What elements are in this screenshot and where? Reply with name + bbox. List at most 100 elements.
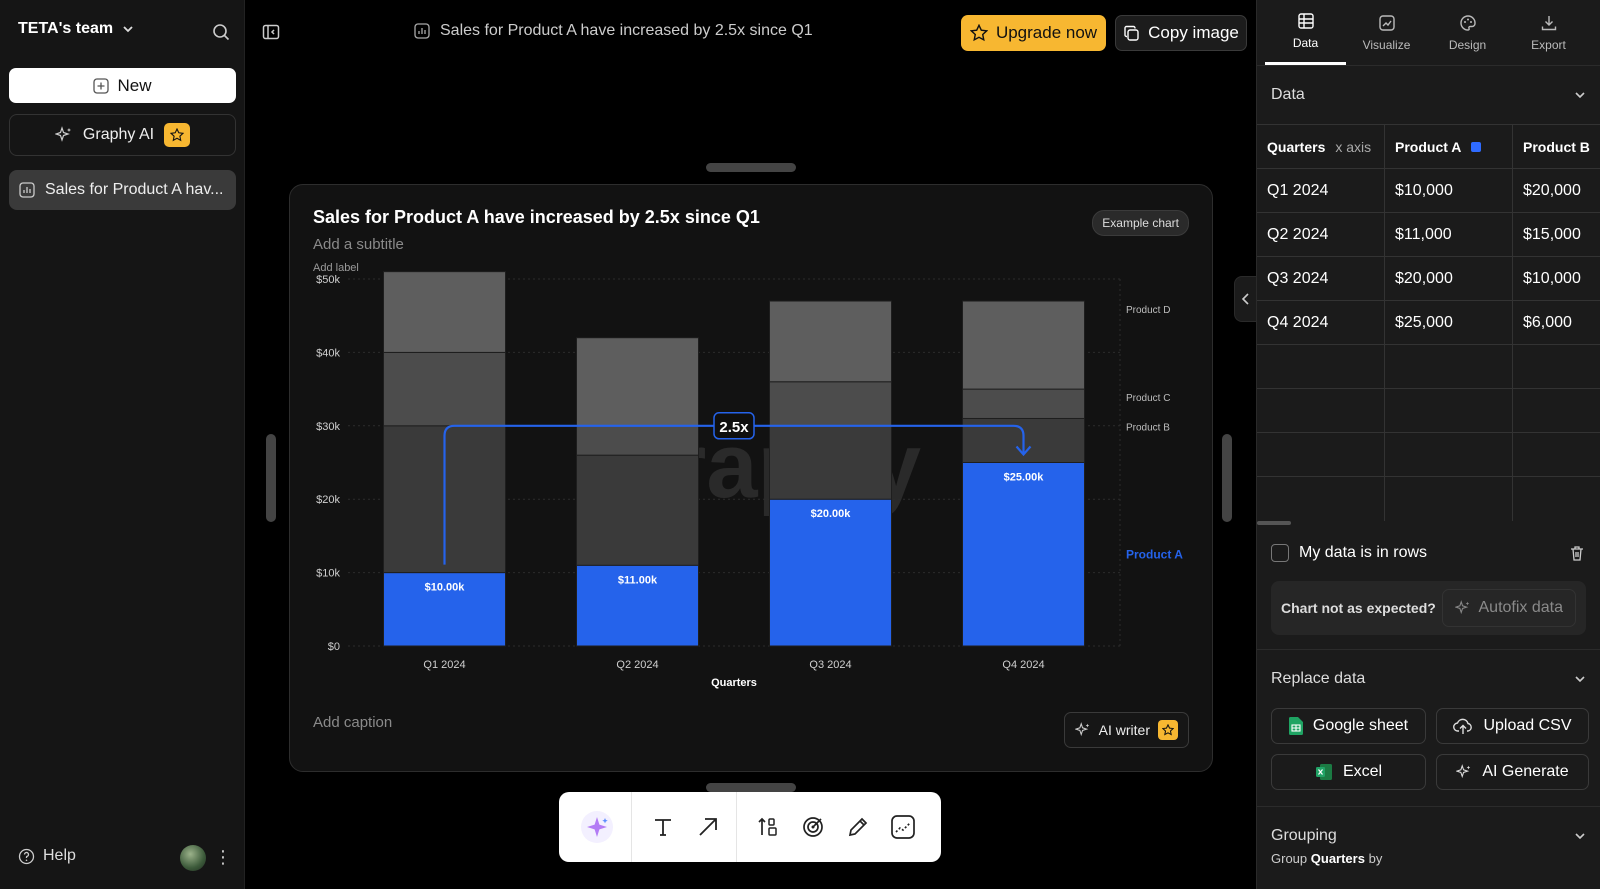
collapse-panel-button[interactable] xyxy=(1234,276,1256,322)
tab-label: Design xyxy=(1448,37,1487,52)
replace-buttons: Google sheet Upload CSV Excel AI Generat… xyxy=(1257,708,1600,790)
table-cell[interactable] xyxy=(1513,389,1600,432)
data-label: $25.00k xyxy=(1004,472,1045,484)
y-tick-label: $50k xyxy=(316,274,340,286)
copy-icon xyxy=(1124,25,1139,41)
resize-handle-right[interactable] xyxy=(1222,434,1232,522)
y-tick-label: $20k xyxy=(316,494,340,506)
resize-handle-bottom[interactable] xyxy=(706,783,796,792)
pen-icon[interactable] xyxy=(835,805,880,850)
table-cell[interactable] xyxy=(1513,433,1600,476)
table-cell[interactable] xyxy=(1513,477,1600,521)
chevron-left-icon xyxy=(1241,293,1249,305)
table-cell[interactable]: Q3 2024 xyxy=(1257,257,1385,300)
toolbar-divider xyxy=(631,792,632,862)
bar-chart[interactable]: Graphy$0$10k$20k$30k$40k$50k$10.00kQ1 20… xyxy=(290,185,1212,705)
tab-export[interactable]: Export xyxy=(1508,0,1589,65)
help-label: Help xyxy=(43,847,76,864)
star-icon xyxy=(969,24,988,42)
replace-section-header[interactable]: Replace data xyxy=(1257,650,1600,708)
text-icon[interactable] xyxy=(640,805,685,850)
column-header-product-a[interactable]: Product A xyxy=(1385,125,1513,168)
trend-icon[interactable] xyxy=(880,805,925,850)
google-sheets-icon xyxy=(1288,717,1303,735)
x-axis-title: Quarters xyxy=(711,677,757,689)
tab-design[interactable]: Design xyxy=(1427,0,1508,65)
resize-handle-top[interactable] xyxy=(706,163,796,172)
table-cell[interactable] xyxy=(1385,433,1513,476)
chart-caption[interactable]: Add caption xyxy=(313,714,392,731)
y-tick-label: $0 xyxy=(328,641,340,653)
team-switcher[interactable]: TETA's team xyxy=(18,20,135,38)
table-cell[interactable]: Q1 2024 xyxy=(1257,169,1385,212)
group-field: Quarters xyxy=(1310,851,1365,866)
autofix-button[interactable]: Autofix data xyxy=(1441,589,1576,627)
trash-icon[interactable] xyxy=(1568,544,1586,562)
ai-sparkle-icon[interactable] xyxy=(573,805,621,850)
table-cell[interactable] xyxy=(1257,345,1385,388)
table-scrollbar[interactable] xyxy=(1257,521,1600,527)
new-button[interactable]: New xyxy=(9,68,236,103)
google-sheet-button[interactable]: Google sheet xyxy=(1271,708,1426,744)
table-icon xyxy=(1297,13,1314,29)
data-section-title: Data xyxy=(1271,86,1305,103)
collapse-sidebar-icon[interactable] xyxy=(259,20,283,44)
help-button[interactable]: Help xyxy=(18,847,76,865)
x-tick-label: Q3 2024 xyxy=(809,659,851,671)
table-cell[interactable]: $25,000 xyxy=(1385,301,1513,344)
ai-writer-button[interactable]: AI writer xyxy=(1063,712,1189,748)
google-sheet-label: Google sheet xyxy=(1312,717,1409,734)
table-cell[interactable]: $6,000 xyxy=(1513,301,1600,344)
table-row: Q4 2024 $25,000 $6,000 xyxy=(1257,301,1600,345)
sidebar-item-document[interactable]: Sales for Product A hav... xyxy=(9,170,236,210)
table-row-empty xyxy=(1257,345,1600,389)
column-header-quarters[interactable]: Quarters x axis xyxy=(1257,125,1385,168)
resize-handle-left[interactable] xyxy=(266,434,276,522)
data-section-header[interactable]: Data xyxy=(1257,66,1600,124)
sort-icon[interactable] xyxy=(745,805,790,850)
autofix-prompt: Chart not as expected? xyxy=(1281,600,1436,616)
chart-doc-icon xyxy=(19,182,35,198)
canvas-toolbar xyxy=(559,792,941,862)
table-cell[interactable]: $11,000 xyxy=(1385,213,1513,256)
arrow-icon[interactable] xyxy=(685,805,730,850)
upload-csv-button[interactable]: Upload CSV xyxy=(1436,708,1589,744)
table-cell[interactable]: Q4 2024 xyxy=(1257,301,1385,344)
table-cell[interactable] xyxy=(1385,477,1513,521)
x-axis-tag: x axis xyxy=(1335,138,1372,155)
target-icon[interactable] xyxy=(790,805,835,850)
table-cell[interactable]: $15,000 xyxy=(1513,213,1600,256)
chevron-down-icon xyxy=(1575,676,1585,683)
table-cell[interactable] xyxy=(1385,389,1513,432)
tab-visualize[interactable]: Visualize xyxy=(1346,0,1427,65)
document-title[interactable]: Sales for Product A have increased by 2.… xyxy=(414,22,813,40)
series-color-swatch[interactable] xyxy=(1471,141,1482,152)
copy-image-button[interactable]: Copy image xyxy=(1115,15,1247,51)
search-icon[interactable] xyxy=(209,20,233,44)
table-cell[interactable]: $20,000 xyxy=(1513,169,1600,212)
table-cell[interactable] xyxy=(1385,345,1513,388)
y-tick-label: $10k xyxy=(316,568,340,580)
ai-generate-button[interactable]: AI Generate xyxy=(1436,754,1589,790)
avatar[interactable] xyxy=(180,845,206,871)
table-cell[interactable] xyxy=(1513,345,1600,388)
graphy-ai-button[interactable]: Graphy AI xyxy=(9,114,236,156)
more-options-icon[interactable]: ⋮ xyxy=(214,847,232,868)
excel-button[interactable]: Excel xyxy=(1271,754,1426,790)
table-cell[interactable]: $10,000 xyxy=(1385,169,1513,212)
table-cell[interactable]: $10,000 xyxy=(1513,257,1600,300)
table-cell[interactable] xyxy=(1257,389,1385,432)
data-in-rows-label: My data is in rows xyxy=(1299,544,1428,561)
excel-label: Excel xyxy=(1342,763,1383,780)
table-cell[interactable]: $20,000 xyxy=(1385,257,1513,300)
column-header-product-b[interactable]: Product B xyxy=(1513,125,1600,168)
chart-icon xyxy=(1378,14,1395,31)
upgrade-button[interactable]: Upgrade now xyxy=(961,15,1106,51)
table-cell[interactable]: Q2 2024 xyxy=(1257,213,1385,256)
replace-section-title: Replace data xyxy=(1271,670,1366,687)
data-in-rows-checkbox[interactable] xyxy=(1271,544,1289,562)
ai-generate-label: AI Generate xyxy=(1482,763,1569,780)
tab-data[interactable]: Data xyxy=(1265,0,1346,65)
table-cell[interactable] xyxy=(1257,433,1385,476)
table-cell[interactable] xyxy=(1257,477,1385,521)
